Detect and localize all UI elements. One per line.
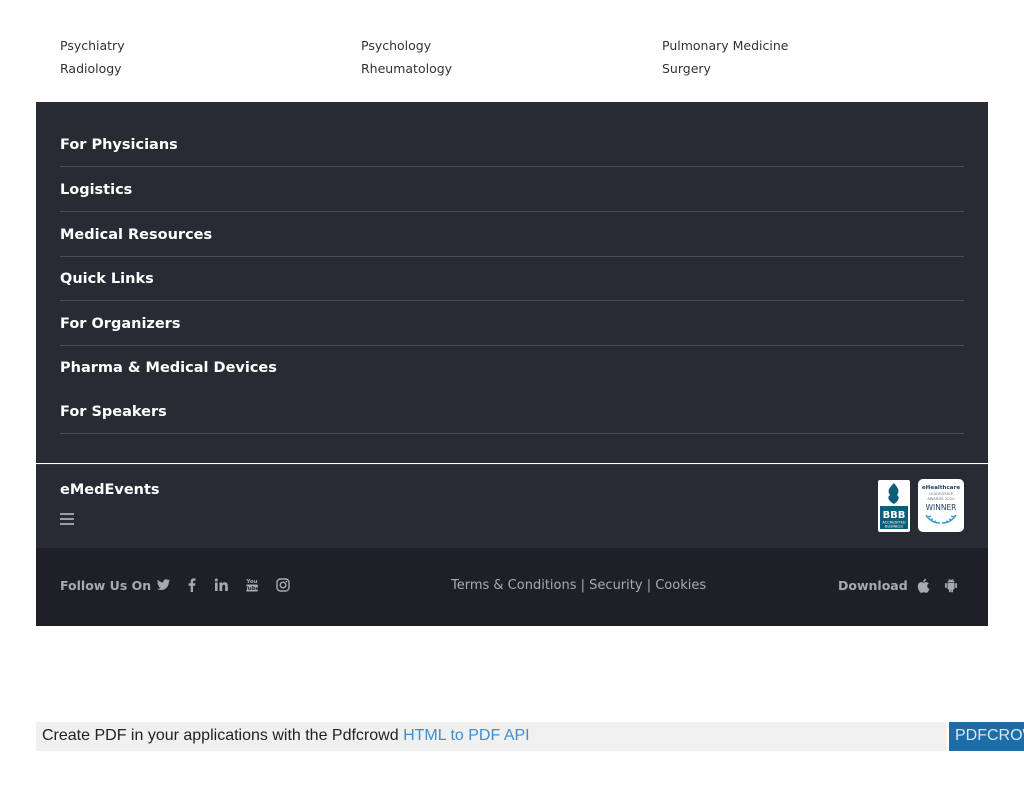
specialty-link-radiology[interactable]: Radiology xyxy=(60,60,361,77)
apple-icon[interactable] xyxy=(916,578,930,593)
bbb-logo-icon: BBB ACCREDITED BUSINESS xyxy=(880,483,908,529)
pdf-banner: Create PDF in your applications with the… xyxy=(36,722,946,751)
terms-conditions-link[interactable]: Terms & Conditions xyxy=(451,578,577,593)
pdf-api-link[interactable]: HTML to PDF API xyxy=(403,727,530,744)
legal-links: Terms & Conditions | Security | Cookies xyxy=(451,578,706,593)
footer-nav-for-speakers[interactable]: For Speakers xyxy=(60,390,964,434)
svg-text:You: You xyxy=(245,579,257,585)
footer-nav-medical-resources[interactable]: Medical Resources xyxy=(60,213,964,257)
follow-us-label: Follow Us On xyxy=(60,578,152,593)
instagram-icon[interactable] xyxy=(275,577,291,593)
specialty-link-pulmonary-medicine[interactable]: Pulmonary Medicine xyxy=(662,37,963,54)
ehealthcare-award-badge[interactable]: eHealthcare LEADERSHIP AWARDS 2020 WINNE… xyxy=(918,479,964,532)
svg-text:BUSINESS: BUSINESS xyxy=(885,525,904,529)
brand-name: eMedEvents xyxy=(60,482,160,498)
pdfcrowd-brand-button[interactable]: PDFCROWD xyxy=(949,722,1024,751)
specialty-link-rheumatology[interactable]: Rheumatology xyxy=(361,60,662,77)
youtube-icon[interactable]: You Tube xyxy=(244,577,260,593)
bottom-bar: Follow Us On You Tube Terms & Conditions… xyxy=(36,548,988,626)
footer-nav-quick-links[interactable]: Quick Links xyxy=(60,257,964,301)
footer-nav-for-physicians[interactable]: For Physicians xyxy=(60,123,964,167)
footer-nav-logistics[interactable]: Logistics xyxy=(60,168,964,212)
specialty-link-psychiatry[interactable]: Psychiatry xyxy=(60,37,361,54)
footer-nav: For Physicians Logistics Medical Resourc… xyxy=(36,102,988,463)
pdfcrowd-brand-label: PDFCROWD xyxy=(955,727,1024,744)
ehealthcare-award-icon: eHealthcare LEADERSHIP AWARDS 2020 WINNE… xyxy=(922,485,960,524)
menu-icon[interactable] xyxy=(60,513,74,525)
pdf-banner-message: Create PDF in your applications with the… xyxy=(42,727,399,744)
svg-text:BBB: BBB xyxy=(883,510,906,521)
specialty-link-psychology[interactable]: Psychology xyxy=(361,37,662,54)
footer-nav-pharma-medical-devices[interactable]: Pharma & Medical Devices xyxy=(60,346,964,390)
facebook-icon[interactable] xyxy=(184,577,200,593)
legal-separator: | xyxy=(580,578,586,593)
linkedin-icon[interactable] xyxy=(213,577,229,593)
svg-text:WINNER: WINNER xyxy=(926,503,957,512)
legal-separator: | xyxy=(646,578,652,593)
brand-bar: eMedEvents BBB ACCREDITED BUSINESS eHeal… xyxy=(36,464,988,548)
specialty-link-surgery[interactable]: Surgery xyxy=(662,60,963,77)
specialty-links: Psychiatry Psychology Pulmonary Medicine… xyxy=(60,37,964,77)
svg-text:Tube: Tube xyxy=(245,586,260,592)
pdf-banner-text: Create PDF in your applications with the… xyxy=(42,727,530,745)
android-icon[interactable] xyxy=(944,578,958,593)
download-label: Download xyxy=(838,578,908,593)
svg-text:AWARDS 2020: AWARDS 2020 xyxy=(927,496,955,501)
bbb-badge[interactable]: BBB ACCREDITED BUSINESS xyxy=(878,480,910,532)
security-link[interactable]: Security xyxy=(589,578,642,593)
twitter-icon[interactable] xyxy=(155,577,171,593)
cookies-link[interactable]: Cookies xyxy=(655,578,706,593)
footer-nav-for-organizers[interactable]: For Organizers xyxy=(60,302,964,346)
